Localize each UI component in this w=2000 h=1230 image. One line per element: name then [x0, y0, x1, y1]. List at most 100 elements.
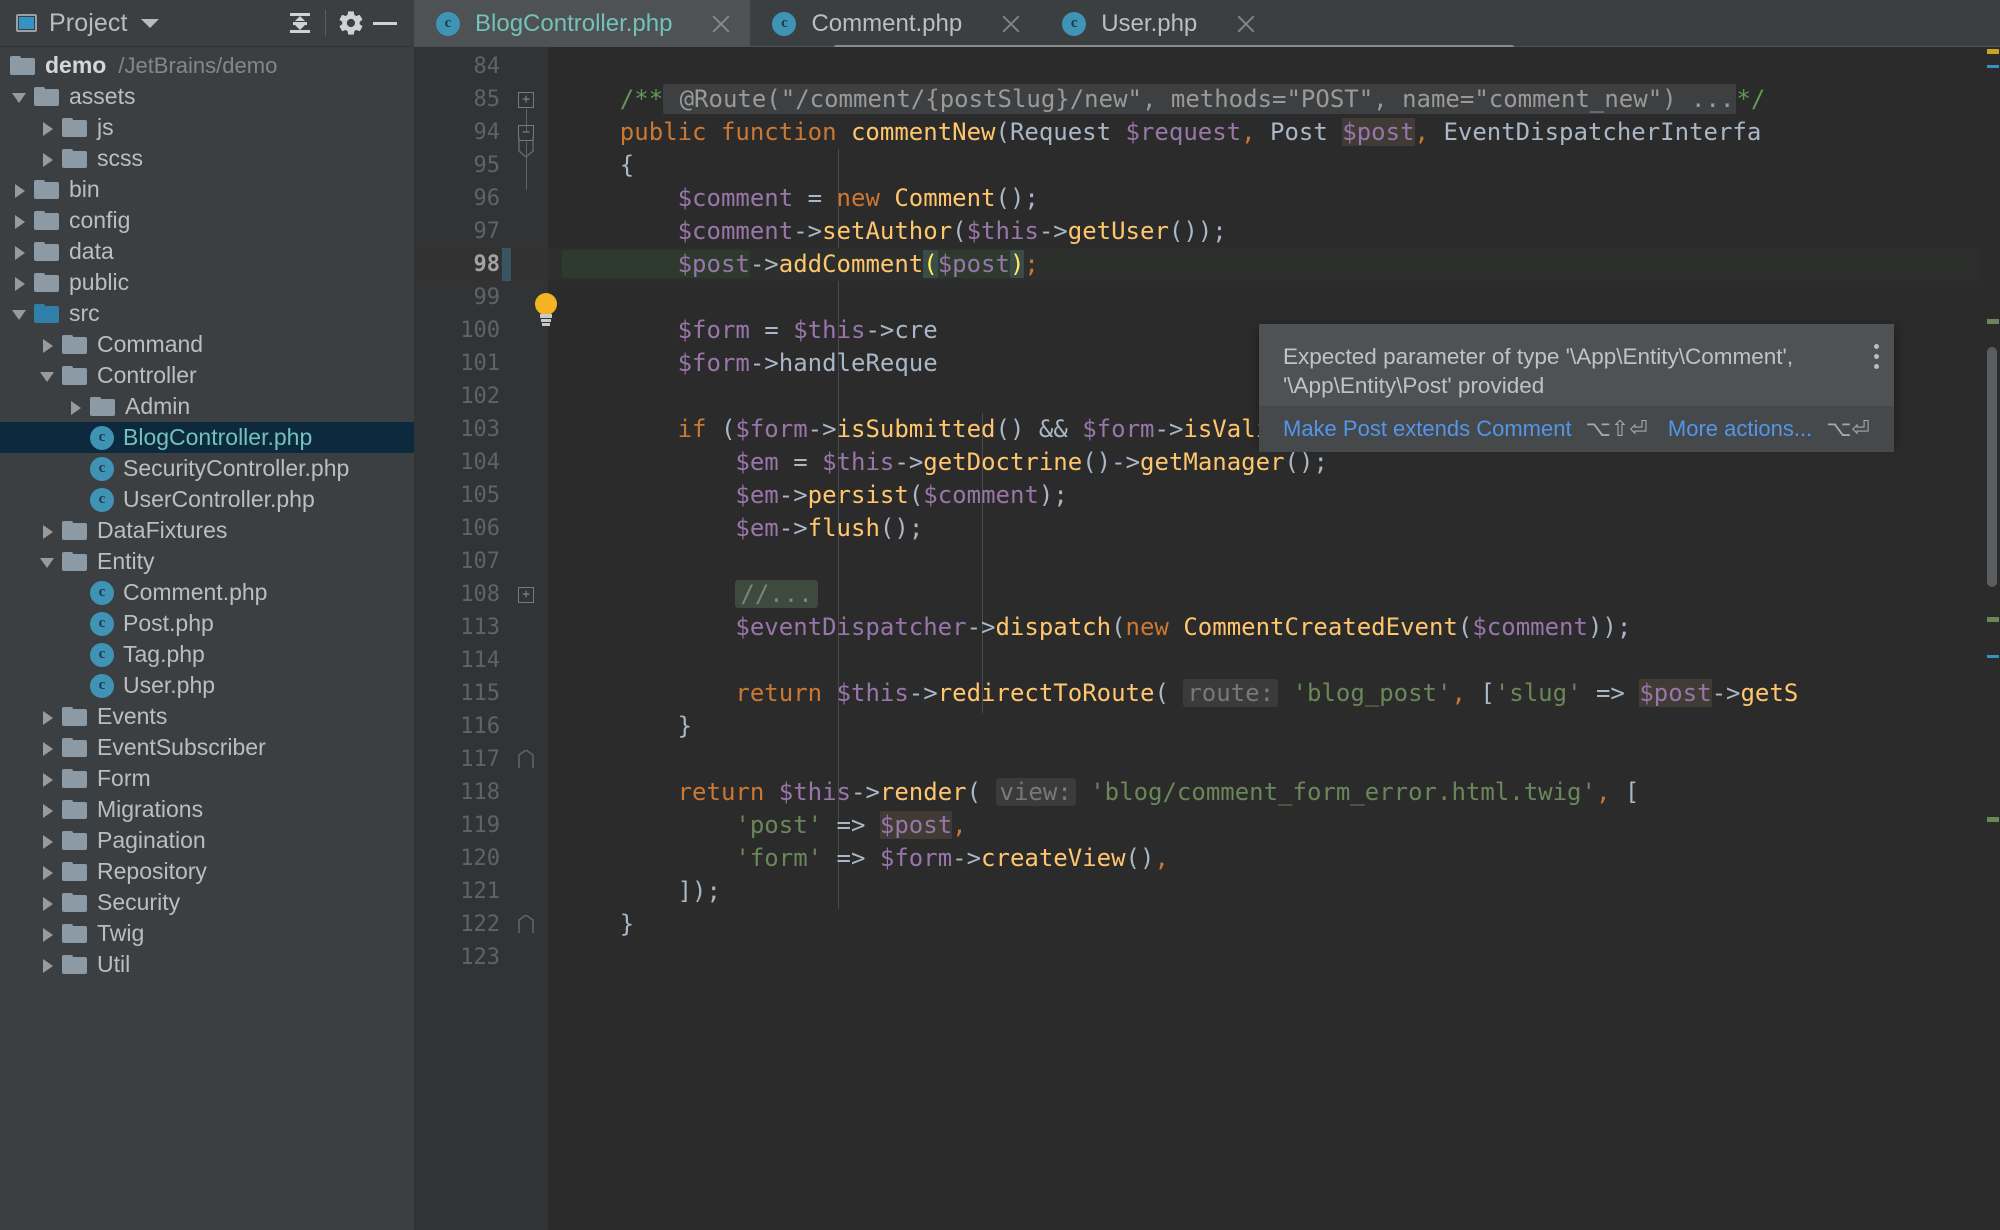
hide-panel-button[interactable]: [368, 6, 402, 40]
tree-row-security[interactable]: Security: [0, 887, 414, 918]
line-number-99[interactable]: 99: [414, 281, 548, 314]
more-actions-link[interactable]: More actions...: [1668, 416, 1812, 442]
line-number-85[interactable]: 85: [414, 83, 548, 116]
chevron-right-icon[interactable]: [38, 708, 56, 726]
marker-change-3[interactable]: [1987, 817, 1999, 822]
line-number-103[interactable]: 103: [414, 413, 548, 446]
tree-row-user-php[interactable]: cUser.php: [0, 670, 414, 701]
editor-tab-user-php[interactable]: cUser.php: [1040, 0, 1275, 47]
chevron-down-icon[interactable]: [38, 367, 56, 385]
chevron-right-icon[interactable]: [38, 336, 56, 354]
code-line-123[interactable]: [548, 941, 2000, 974]
tree-row-scss[interactable]: scss: [0, 143, 414, 174]
line-number-116[interactable]: 116: [414, 710, 548, 743]
line-number-119[interactable]: 119: [414, 809, 548, 842]
chevron-right-icon[interactable]: [38, 801, 56, 819]
code-line-99[interactable]: [548, 281, 2000, 314]
line-number-95[interactable]: 95: [414, 149, 548, 182]
code-line-108[interactable]: //...: [548, 578, 2000, 611]
chevron-right-icon[interactable]: [38, 119, 56, 137]
tree-row-js[interactable]: js: [0, 112, 414, 143]
code-line-116[interactable]: }: [548, 710, 2000, 743]
code-line-85[interactable]: /** @Route("/comment/{postSlug}/new", me…: [548, 83, 2000, 116]
marker-info[interactable]: [1987, 65, 1999, 68]
marker-change-1[interactable]: [1987, 319, 1999, 324]
tree-row-controller[interactable]: Controller: [0, 360, 414, 391]
tree-row-securitycontroller-php[interactable]: cSecurityController.php: [0, 453, 414, 484]
editor-tab-comment-php[interactable]: cComment.php: [750, 0, 1040, 47]
tree-row-blogcontroller-php[interactable]: cBlogController.php: [0, 422, 414, 453]
editor-gutter[interactable]: + − + 8485949596979899100101102103104105…: [414, 47, 548, 1230]
tree-row-events[interactable]: Events: [0, 701, 414, 732]
code-line-119[interactable]: 'post' => $post,: [548, 809, 2000, 842]
tree-row-public[interactable]: public: [0, 267, 414, 298]
line-number-100[interactable]: 100: [414, 314, 548, 347]
tree-row-util[interactable]: Util: [0, 949, 414, 980]
chevron-right-icon[interactable]: [38, 956, 56, 974]
tree-row-post-php[interactable]: cPost.php: [0, 608, 414, 639]
tree-row-comment-php[interactable]: cComment.php: [0, 577, 414, 608]
line-number-97[interactable]: 97: [414, 215, 548, 248]
tree-row-tag-php[interactable]: cTag.php: [0, 639, 414, 670]
line-number-118[interactable]: 118: [414, 776, 548, 809]
chevron-right-icon[interactable]: [38, 770, 56, 788]
line-number-105[interactable]: 105: [414, 479, 548, 512]
tree-row-src[interactable]: src: [0, 298, 414, 329]
make-post-extends-comment-action[interactable]: Make Post extends Comment: [1283, 416, 1572, 442]
tree-row-usercontroller-php[interactable]: cUserController.php: [0, 484, 414, 515]
line-number-122[interactable]: 122: [414, 908, 548, 941]
tree-row-command[interactable]: Command: [0, 329, 414, 360]
line-number-120[interactable]: 120: [414, 842, 548, 875]
line-number-104[interactable]: 104: [414, 446, 548, 479]
chevron-right-icon[interactable]: [38, 925, 56, 943]
tree-row-entity[interactable]: Entity: [0, 546, 414, 577]
chevron-right-icon[interactable]: [38, 863, 56, 881]
tree-row-eventsubscriber[interactable]: EventSubscriber: [0, 732, 414, 763]
chevron-down-icon[interactable]: [10, 88, 28, 106]
code-line-96[interactable]: $comment = new Comment();: [548, 182, 2000, 215]
line-number-113[interactable]: 113: [414, 611, 548, 644]
code-line-95[interactable]: {: [548, 149, 2000, 182]
tree-row-bin[interactable]: bin: [0, 174, 414, 205]
line-number-107[interactable]: 107: [414, 545, 548, 578]
tree-row-config[interactable]: config: [0, 205, 414, 236]
code-line-120[interactable]: 'form' => $form->createView(),: [548, 842, 2000, 875]
line-number-108[interactable]: 108: [414, 578, 548, 611]
project-tree[interactable]: demo /JetBrains/demo assetsjsscssbinconf…: [0, 47, 414, 1230]
chevron-right-icon[interactable]: [66, 398, 84, 416]
chevron-right-icon[interactable]: [38, 832, 56, 850]
tree-row-root[interactable]: demo /JetBrains/demo: [0, 50, 414, 81]
settings-button[interactable]: [334, 6, 368, 40]
tree-row-admin[interactable]: Admin: [0, 391, 414, 422]
code-line-117[interactable]: [548, 743, 2000, 776]
chevron-right-icon[interactable]: [10, 212, 28, 230]
code-editor[interactable]: + − + 8485949596979899100101102103104105…: [414, 47, 2000, 1230]
code-line-115[interactable]: return $this->redirectToRoute( route: 'b…: [548, 677, 2000, 710]
chevron-right-icon[interactable]: [38, 522, 56, 540]
collapse-all-button[interactable]: [283, 6, 317, 40]
editor-scrollbar-thumb[interactable]: [1987, 347, 1997, 587]
chevron-down-icon[interactable]: [10, 305, 28, 323]
code-line-98[interactable]: $post->addComment($post);: [548, 248, 2000, 281]
line-number-101[interactable]: 101: [414, 347, 548, 380]
close-icon[interactable]: [1235, 13, 1257, 35]
close-icon[interactable]: [1000, 13, 1022, 35]
line-number-117[interactable]: 117: [414, 743, 548, 776]
tree-row-assets[interactable]: assets: [0, 81, 414, 112]
code-line-105[interactable]: $em->persist($comment);: [548, 479, 2000, 512]
code-line-121[interactable]: ]);: [548, 875, 2000, 908]
marker-warning[interactable]: [1987, 49, 1999, 54]
line-number-115[interactable]: 115: [414, 677, 548, 710]
code-line-122[interactable]: }: [548, 908, 2000, 941]
line-number-84[interactable]: 84: [414, 50, 548, 83]
chevron-down-icon[interactable]: [141, 19, 159, 28]
tree-row-pagination[interactable]: Pagination: [0, 825, 414, 856]
tree-row-form[interactable]: Form: [0, 763, 414, 794]
code-line-84[interactable]: [548, 50, 2000, 83]
code-line-97[interactable]: $comment->setAuthor($this->getUser());: [548, 215, 2000, 248]
chevron-right-icon[interactable]: [10, 243, 28, 261]
inspection-tooltip[interactable]: Expected parameter of type '\App\Entity\…: [1259, 324, 1894, 442]
tree-row-datafixtures[interactable]: DataFixtures: [0, 515, 414, 546]
tree-row-migrations[interactable]: Migrations: [0, 794, 414, 825]
chevron-down-icon[interactable]: [38, 553, 56, 571]
